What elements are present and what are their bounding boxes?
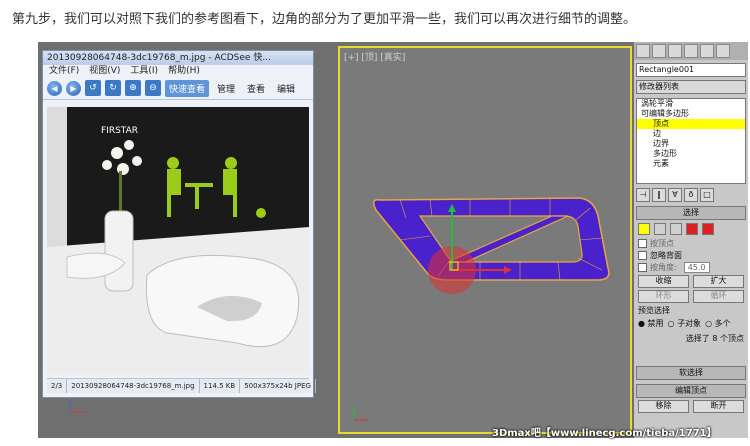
stack-item-edge[interactable]: 边 [637,129,745,139]
ring-button[interactable]: 环形 [638,290,689,303]
hierarchy-tab-icon[interactable] [668,44,682,58]
radio-disable[interactable]: ● 禁用 [638,318,664,329]
soft-selection-rollout[interactable]: 软选择 [636,366,746,380]
page-caption: 第九步，我们可以对照下我们的参考图看下，边角的部分为了更加平滑一些，我们可以再次… [12,12,637,27]
acdsee-window[interactable]: 20130928064748-3dc19768_m.jpg - ACDSee 快… [42,50,316,398]
object-name-field[interactable]: Rectangle001 [636,63,746,77]
selection-rollout[interactable]: 选择 [636,206,746,220]
display-tab-icon[interactable] [700,44,714,58]
by-vertex-checkbox[interactable]: 按顶点 [638,238,744,249]
grow-button[interactable]: 扩大 [693,275,744,288]
create-tab-icon[interactable] [636,44,650,58]
polygon-mode-icon[interactable] [686,223,698,235]
edit-button[interactable]: 编辑 [273,80,299,97]
radio-subobject-label: 子对象 [677,319,702,328]
menu-tools[interactable]: 工具(I) [130,65,158,77]
zoom-in-icon[interactable]: ⊕ [125,80,141,96]
radio-multi[interactable]: ○ 多个 [705,318,731,329]
rotate-left-icon[interactable]: ↺ [85,80,101,96]
remove-break-row: 移除 断开 [638,400,744,413]
rotate-right-icon[interactable]: ↻ [105,80,121,96]
stack-item-polygon[interactable]: 多边形 [637,149,745,159]
panel-tabs [634,42,748,60]
modifier-stack: 涡轮平滑 可编辑多边形 顶点 边 边界 多边形 元素 [636,98,746,184]
acdsee-statusbar: 2/3 20130928064748-3dc19768_m.jpg 114.5 … [47,378,316,393]
by-angle-label: 按角度: [650,263,677,272]
stack-item-element[interactable]: 元素 [637,159,745,169]
photo-logo-text: FIRSTAR [101,126,138,136]
edit-vertices-rollout[interactable]: 编辑顶点 [636,384,746,398]
stack-item-turbosmooth[interactable]: 涡轮平滑 [637,99,745,109]
stack-item-vertex[interactable]: 顶点 [637,119,745,129]
menu-help[interactable]: 帮助(H) [168,65,200,77]
quick-view-button[interactable]: 快速查看 [165,79,210,97]
preview-radio-group: ● 禁用 ○ 子对象 ○ 多个 [638,318,744,329]
stack-item-border[interactable]: 边界 [637,139,745,149]
back-icon[interactable]: ◀ [47,80,62,96]
motion-tab-icon[interactable] [684,44,698,58]
by-vertex-label: 按顶点 [650,239,674,248]
remove-modifier-icon[interactable]: ð [684,188,698,202]
modifier-list-dropdown[interactable]: 修改器列表 [636,80,746,94]
axis-tripod [353,406,368,421]
loop-button[interactable]: 循环 [693,290,744,303]
status-size: 114.5 KB [200,379,241,393]
ignore-backface-label: 忽略背面 [650,251,682,260]
subobject-icons [638,223,744,235]
ignore-backface-checkbox[interactable]: 忽略背面 [638,250,744,261]
stack-item-editable-poly[interactable]: 可编辑多边形 [637,109,745,119]
menu-view[interactable]: 视图(V) [89,65,120,77]
menu-file[interactable]: 文件(F) [49,65,79,77]
selected-count-text: 选择了 8 个顶点 [685,334,744,343]
acdsee-title[interactable]: 20130928064748-3dc19768_m.jpg - ACDSee 快… [43,51,313,65]
show-end-result-icon[interactable]: ‖ [652,188,666,202]
status-dims: 500x375x24b JPEG [240,379,316,393]
modify-tab-icon[interactable] [652,44,666,58]
vertex-mode-icon[interactable] [638,223,650,235]
status-index: 2/3 [47,379,68,393]
acdsee-toolbar: ◀ ▶ ↺ ↻ ⊕ ⊖ 快速查看 管理 查看 编辑 [43,77,313,100]
view-button[interactable]: 查看 [243,80,269,97]
reference-photo: FIRSTAR [47,107,309,375]
by-angle-checkbox[interactable]: 按角度: 45.0 [638,262,744,273]
left-axis-tripod [69,400,86,413]
border-mode-icon[interactable] [670,223,682,235]
pin-stack-icon[interactable]: ⊣ [636,188,650,202]
preview-selection-title: 预览选择 [638,306,670,315]
angle-value-input[interactable]: 45.0 [683,262,710,273]
manage-button[interactable]: 管理 [213,80,239,97]
watermark-text: 3Dmax吧【www.linecg.com/tieba/1771】 [492,428,717,439]
shrink-grow-row: 收缩 扩大 [638,275,744,288]
command-panel: Rectangle001 修改器列表 涡轮平滑 可编辑多边形 顶点 边 边界 多… [634,42,748,438]
make-unique-icon[interactable]: ∀ [668,188,682,202]
shrink-button[interactable]: 收缩 [638,275,689,288]
forward-icon[interactable]: ▶ [66,80,81,96]
ring-loop-row: 环形 循环 [638,290,744,303]
break-button[interactable]: 断开 [693,400,744,413]
status-filename: 20130928064748-3dc19768_m.jpg [67,379,200,393]
configure-sets-icon[interactable]: □ [700,188,714,202]
stack-toolbar: ⊣ ‖ ∀ ð □ [636,188,746,202]
edge-mode-icon[interactable] [654,223,666,235]
acdsee-menu: 文件(F) 视图(V) 工具(I) 帮助(H) [43,65,313,77]
element-mode-icon[interactable] [702,223,714,235]
viewport-top[interactable]: [+] [顶] [真实] [338,46,632,434]
remove-button[interactable]: 移除 [638,400,689,413]
radio-disable-label: 禁用 [647,319,664,328]
utilities-tab-icon[interactable] [716,44,730,58]
radio-multi-label: 多个 [714,319,731,328]
zoom-out-icon[interactable]: ⊖ [145,80,161,96]
viewport-canvas[interactable] [340,48,630,432]
radio-subobject[interactable]: ○ 子对象 [668,318,702,329]
screenshot-area: [+] [顶] [真实] 20130928064748-3dc19768_m.j… [38,42,748,438]
